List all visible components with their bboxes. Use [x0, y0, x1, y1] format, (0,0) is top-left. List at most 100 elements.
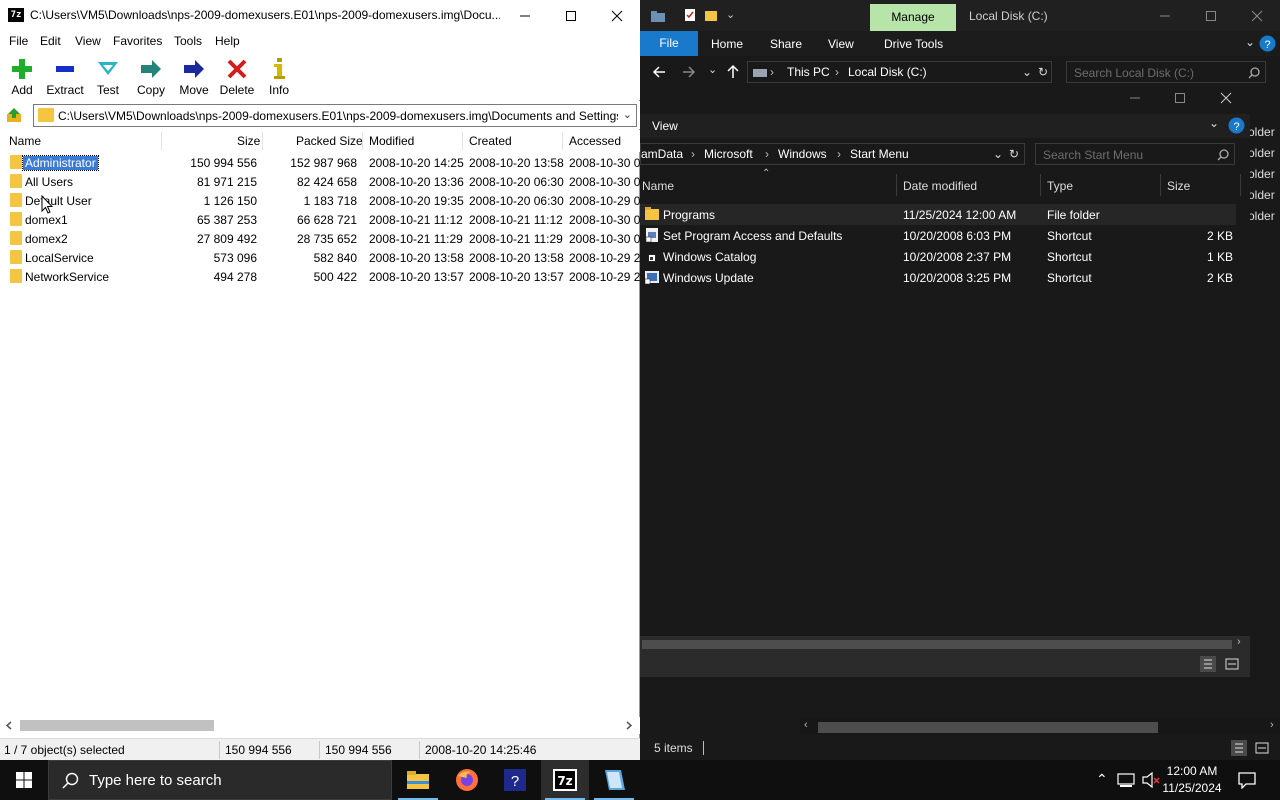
- list-item[interactable]: domex2 27 809 492 28 735 652 2008-10-21 …: [0, 229, 640, 248]
- maximize-button[interactable]: [1157, 82, 1203, 113]
- menu-help[interactable]: Help: [215, 34, 240, 48]
- col-size[interactable]: Size: [237, 134, 260, 148]
- explorer-titlebar[interactable]: [640, 84, 1250, 114]
- ribbon-expand-icon[interactable]: ⌄: [1209, 116, 1219, 130]
- copy-button[interactable]: Copy: [130, 55, 172, 99]
- sevenzip-titlebar[interactable]: 7z C:\Users\VM5\Downloads\nps-2009-domex…: [0, 0, 640, 31]
- ribbon-expand-icon[interactable]: ⌄: [1245, 35, 1255, 49]
- taskbar-7zip[interactable]: 7z: [541, 760, 589, 800]
- tab-view[interactable]: View: [828, 37, 854, 51]
- tab-home[interactable]: Home: [711, 37, 743, 51]
- details-view-icon[interactable]: [1231, 740, 1247, 756]
- col-type[interactable]: Type: [1047, 179, 1073, 193]
- col-created[interactable]: Created: [469, 134, 512, 148]
- scroll-left-icon[interactable]: ‹: [804, 719, 808, 731]
- col-divider[interactable]: [161, 132, 162, 150]
- tab-view[interactable]: View: [652, 119, 678, 133]
- list-item[interactable]: Windows Update 10/20/2008 3:25 PM Shortc…: [640, 267, 1236, 288]
- scrollbar-thumb[interactable]: [20, 720, 214, 731]
- menu-file[interactable]: File: [9, 34, 28, 48]
- forward-arrow-icon[interactable]: [682, 65, 696, 79]
- info-button[interactable]: Info: [258, 55, 300, 99]
- taskbar-search[interactable]: Type here to search: [48, 760, 392, 800]
- network-icon[interactable]: [1117, 772, 1135, 788]
- close-button[interactable]: [594, 0, 640, 31]
- maximize-button[interactable]: [548, 0, 594, 31]
- taskbar-firefox[interactable]: [443, 760, 491, 800]
- menu-view[interactable]: View: [75, 34, 101, 48]
- close-button[interactable]: [1234, 0, 1280, 31]
- breadcrumb-local-disk[interactable]: Local Disk (C:): [848, 65, 927, 79]
- col-divider[interactable]: [262, 132, 263, 150]
- breadcrumb-start-menu[interactable]: Start Menu: [850, 147, 909, 161]
- tab-file[interactable]: File: [640, 31, 698, 56]
- help-icon[interactable]: ?: [1228, 117, 1245, 134]
- up-folder-icon[interactable]: [6, 107, 22, 123]
- notification-icon[interactable]: [1238, 771, 1256, 789]
- col-date-modified[interactable]: Date modified: [903, 179, 977, 193]
- address-dropdown-icon[interactable]: ⌄: [1022, 65, 1032, 79]
- scroll-right-icon[interactable]: ›: [1270, 719, 1274, 731]
- menu-tools[interactable]: Tools: [174, 34, 202, 48]
- start-button[interactable]: [0, 760, 48, 800]
- extract-button[interactable]: Extract: [44, 55, 86, 99]
- help-icon[interactable]: ?: [1259, 35, 1276, 52]
- col-packed-size[interactable]: Packed Size: [296, 134, 363, 148]
- col-divider[interactable]: [1240, 174, 1241, 196]
- system-clock[interactable]: 12:00 AM 11/25/2024: [1160, 763, 1224, 797]
- col-divider[interactable]: [462, 132, 463, 150]
- col-divider[interactable]: [1040, 174, 1041, 196]
- maximize-button[interactable]: [1188, 0, 1234, 31]
- refresh-icon[interactable]: ↻: [1009, 147, 1019, 161]
- breadcrumb-this-pc[interactable]: This PC: [787, 65, 830, 79]
- volume-muted-icon[interactable]: [1142, 772, 1160, 788]
- list-item[interactable]: Administrator 150 994 556 152 987 968 20…: [0, 153, 640, 172]
- col-size[interactable]: Size: [1167, 179, 1190, 193]
- chevron-up-icon[interactable]: ⌃: [1096, 771, 1108, 788]
- list-item[interactable]: Programs 11/25/2024 12:00 AM File folder: [640, 204, 1236, 225]
- breadcrumb-microsoft[interactable]: Microsoft: [704, 147, 753, 161]
- address-bar[interactable]: › This PC › Local Disk (C:) ⌄ ↻: [747, 61, 1052, 83]
- horizontal-scrollbar[interactable]: ›: [640, 636, 1250, 652]
- list-item[interactable]: LocalService 573 096 582 840 2008-10-20 …: [0, 248, 640, 267]
- move-button[interactable]: Move: [173, 55, 215, 99]
- list-item[interactable]: All Users 81 971 215 82 424 658 2008-10-…: [0, 172, 640, 191]
- list-item[interactable]: Default User 1 126 150 1 183 718 2008-10…: [0, 191, 640, 210]
- back-arrow-icon[interactable]: [652, 65, 666, 79]
- new-folder-icon[interactable]: [704, 8, 718, 22]
- large-icons-view-icon[interactable]: [1224, 656, 1240, 672]
- horizontal-scrollbar[interactable]: ‹ ›: [800, 719, 1280, 735]
- refresh-icon[interactable]: ↻: [1038, 65, 1048, 79]
- list-item[interactable]: Set Program Access and Defaults 10/20/20…: [640, 225, 1236, 246]
- address-input[interactable]: C:\Users\VM5\Downloads\nps-2009-domexuse…: [33, 104, 637, 127]
- menu-edit[interactable]: Edit: [40, 34, 61, 48]
- scrollbar-thumb[interactable]: [642, 640, 1232, 649]
- explorer-titlebar[interactable]: ⌄ Manage Local Disk (C:): [640, 0, 1280, 31]
- details-view-icon[interactable]: [1200, 656, 1216, 672]
- horizontal-scrollbar[interactable]: [0, 717, 640, 734]
- scroll-right-icon[interactable]: ›: [1237, 636, 1241, 648]
- minimize-button[interactable]: [502, 0, 548, 31]
- breadcrumb-windows[interactable]: Windows: [778, 147, 827, 161]
- col-name[interactable]: Name: [9, 134, 41, 148]
- breadcrumb-programdata[interactable]: amData: [641, 147, 683, 161]
- col-divider[interactable]: [362, 132, 363, 150]
- col-divider[interactable]: [1160, 174, 1161, 196]
- large-icons-view-icon[interactable]: [1254, 740, 1270, 756]
- delete-button[interactable]: Delete: [216, 55, 258, 99]
- tab-share[interactable]: Share: [770, 37, 802, 51]
- list-item[interactable]: domex1 65 387 253 66 628 721 2008-10-21 …: [0, 210, 640, 229]
- quick-access-dropdown-icon[interactable]: ⌄: [726, 8, 735, 21]
- menu-favorites[interactable]: Favorites: [113, 34, 162, 48]
- address-bar[interactable]: amData › Microsoft › Windows › Start Men…: [640, 143, 1025, 165]
- properties-icon[interactable]: [684, 8, 696, 22]
- col-divider[interactable]: [896, 174, 897, 196]
- taskbar-help-app[interactable]: ?: [491, 760, 539, 800]
- search-input[interactable]: Search Start Menu: [1035, 143, 1235, 165]
- taskbar-notepad[interactable]: [590, 760, 638, 800]
- col-name[interactable]: Name: [642, 179, 674, 193]
- tab-drive-tools[interactable]: Drive Tools: [884, 37, 943, 51]
- list-item[interactable]: Windows Catalog 10/20/2008 2:37 PM Short…: [640, 246, 1236, 267]
- tab-manage[interactable]: Manage: [870, 4, 956, 31]
- add-button[interactable]: Add: [1, 55, 43, 99]
